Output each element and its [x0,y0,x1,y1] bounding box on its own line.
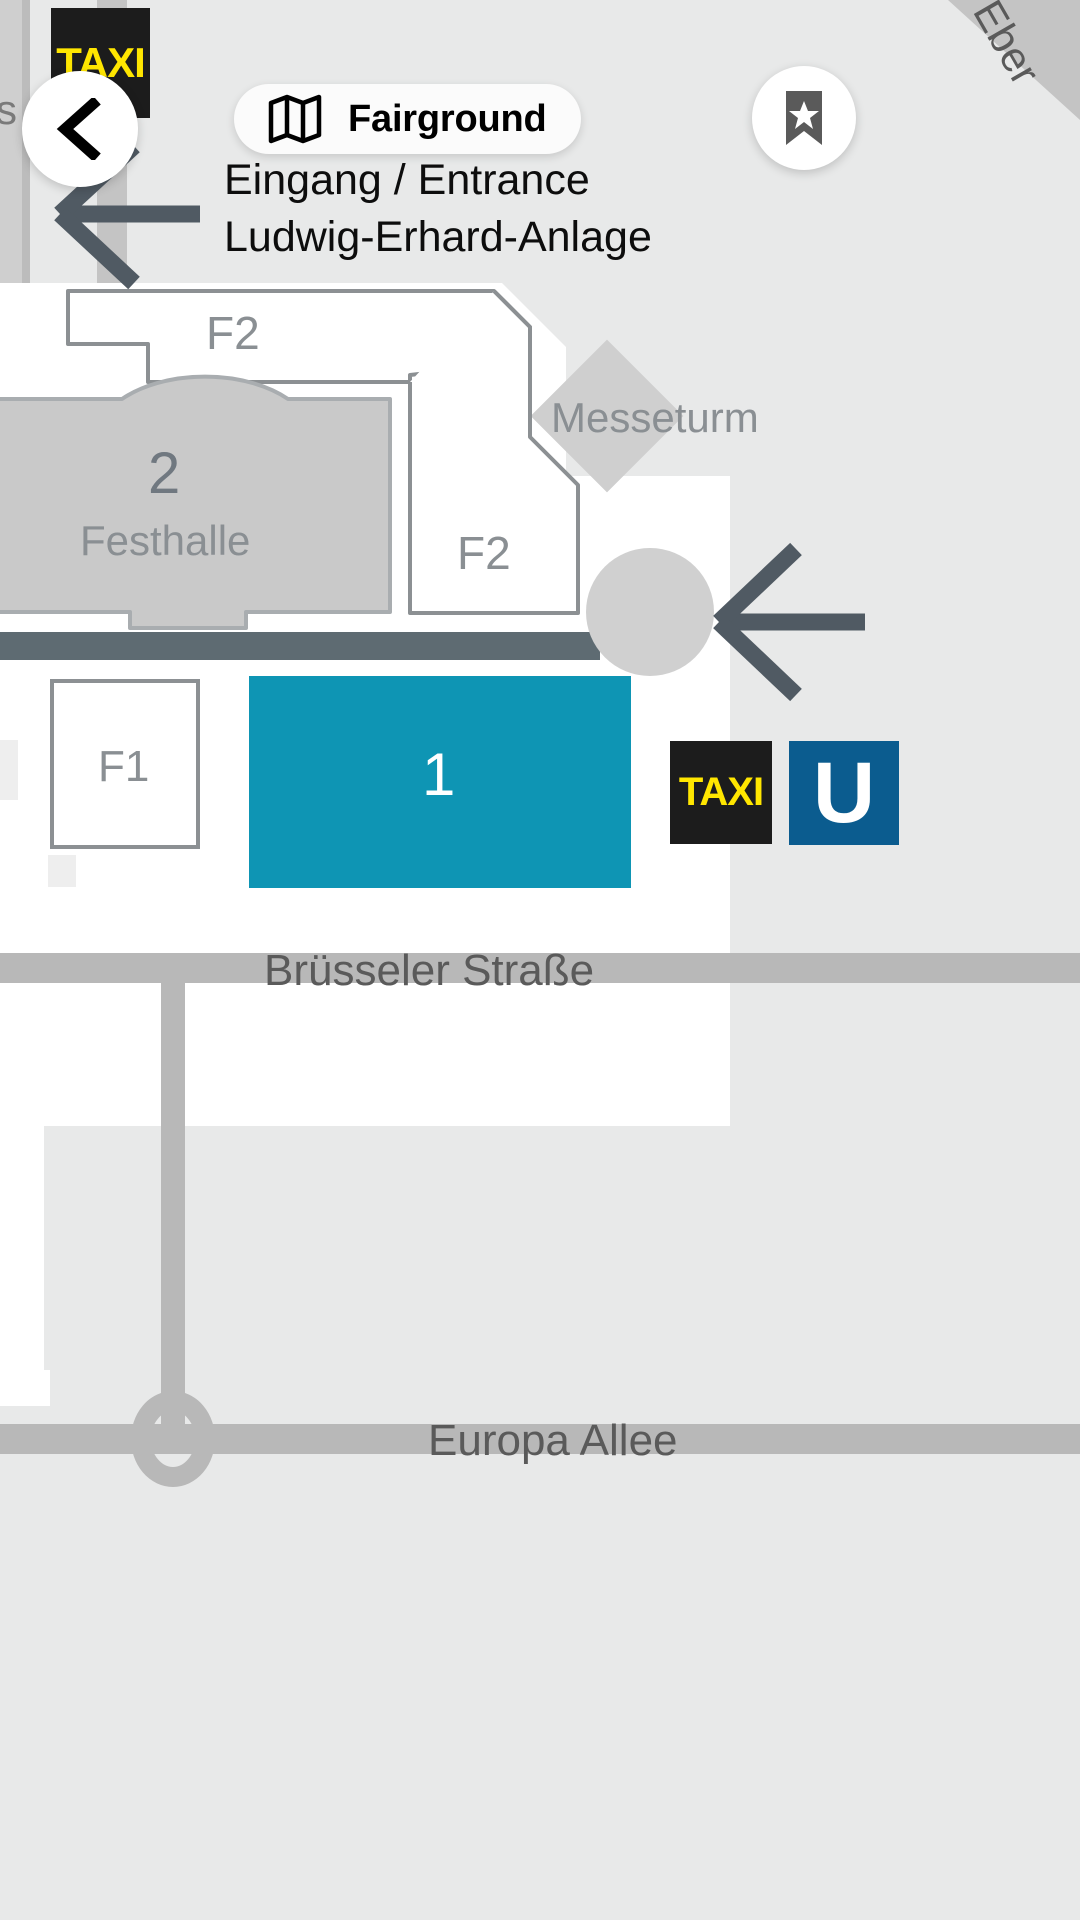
entrance-line-1: Eingang / Entrance [224,156,590,204]
building-festhalle[interactable] [0,374,392,630]
fairground-title-pill[interactable]: Fairground [234,84,581,154]
plaza-left-tail [0,1126,44,1404]
map-screen: F2 F2 Messeturm 2 Festhalle F1 1 Brüssel… [0,0,1080,1920]
f1-side-block [0,740,18,800]
label-f2-north: F2 [206,307,260,359]
marker-ubahn-label: U [812,745,876,841]
label-hall-2-number: 2 [148,441,181,506]
entrance-line-2: Ludwig-Erhard-Anlage [224,213,652,261]
left-gray-band [0,0,22,290]
plaza-circle-node [586,548,714,676]
label-street-bruesseler: Brüsseler Straße [264,946,595,995]
back-button[interactable] [22,71,138,187]
bookmark-star-icon [786,91,822,145]
corner-white-block [0,1370,50,1406]
fairground-title-label: Fairground [348,97,547,140]
label-messeturm: Messeturm [551,394,759,441]
marker-taxi-bottom-label: TAXI [678,770,764,814]
label-f1: F1 [98,742,150,791]
plaza-lower [0,905,730,1126]
marker-taxi-bottom[interactable]: TAXI [670,741,772,844]
entrance-label-block: Eingang / Entrance Ludwig-Erhard-Anlage [224,152,844,266]
label-street-left-strip: s [0,86,17,133]
label-f2-south: F2 [457,527,511,579]
label-street-europa-allee: Europa Allee [428,1416,678,1465]
marker-ubahn[interactable]: U [789,741,899,845]
map-fold-icon [268,94,322,144]
label-hall-2-name: Festhalle [80,517,251,564]
dark-road-band [0,632,600,660]
street-vertical-connector [161,978,185,1448]
label-hall-1-number: 1 [422,741,456,808]
chevron-left-icon [56,98,101,160]
